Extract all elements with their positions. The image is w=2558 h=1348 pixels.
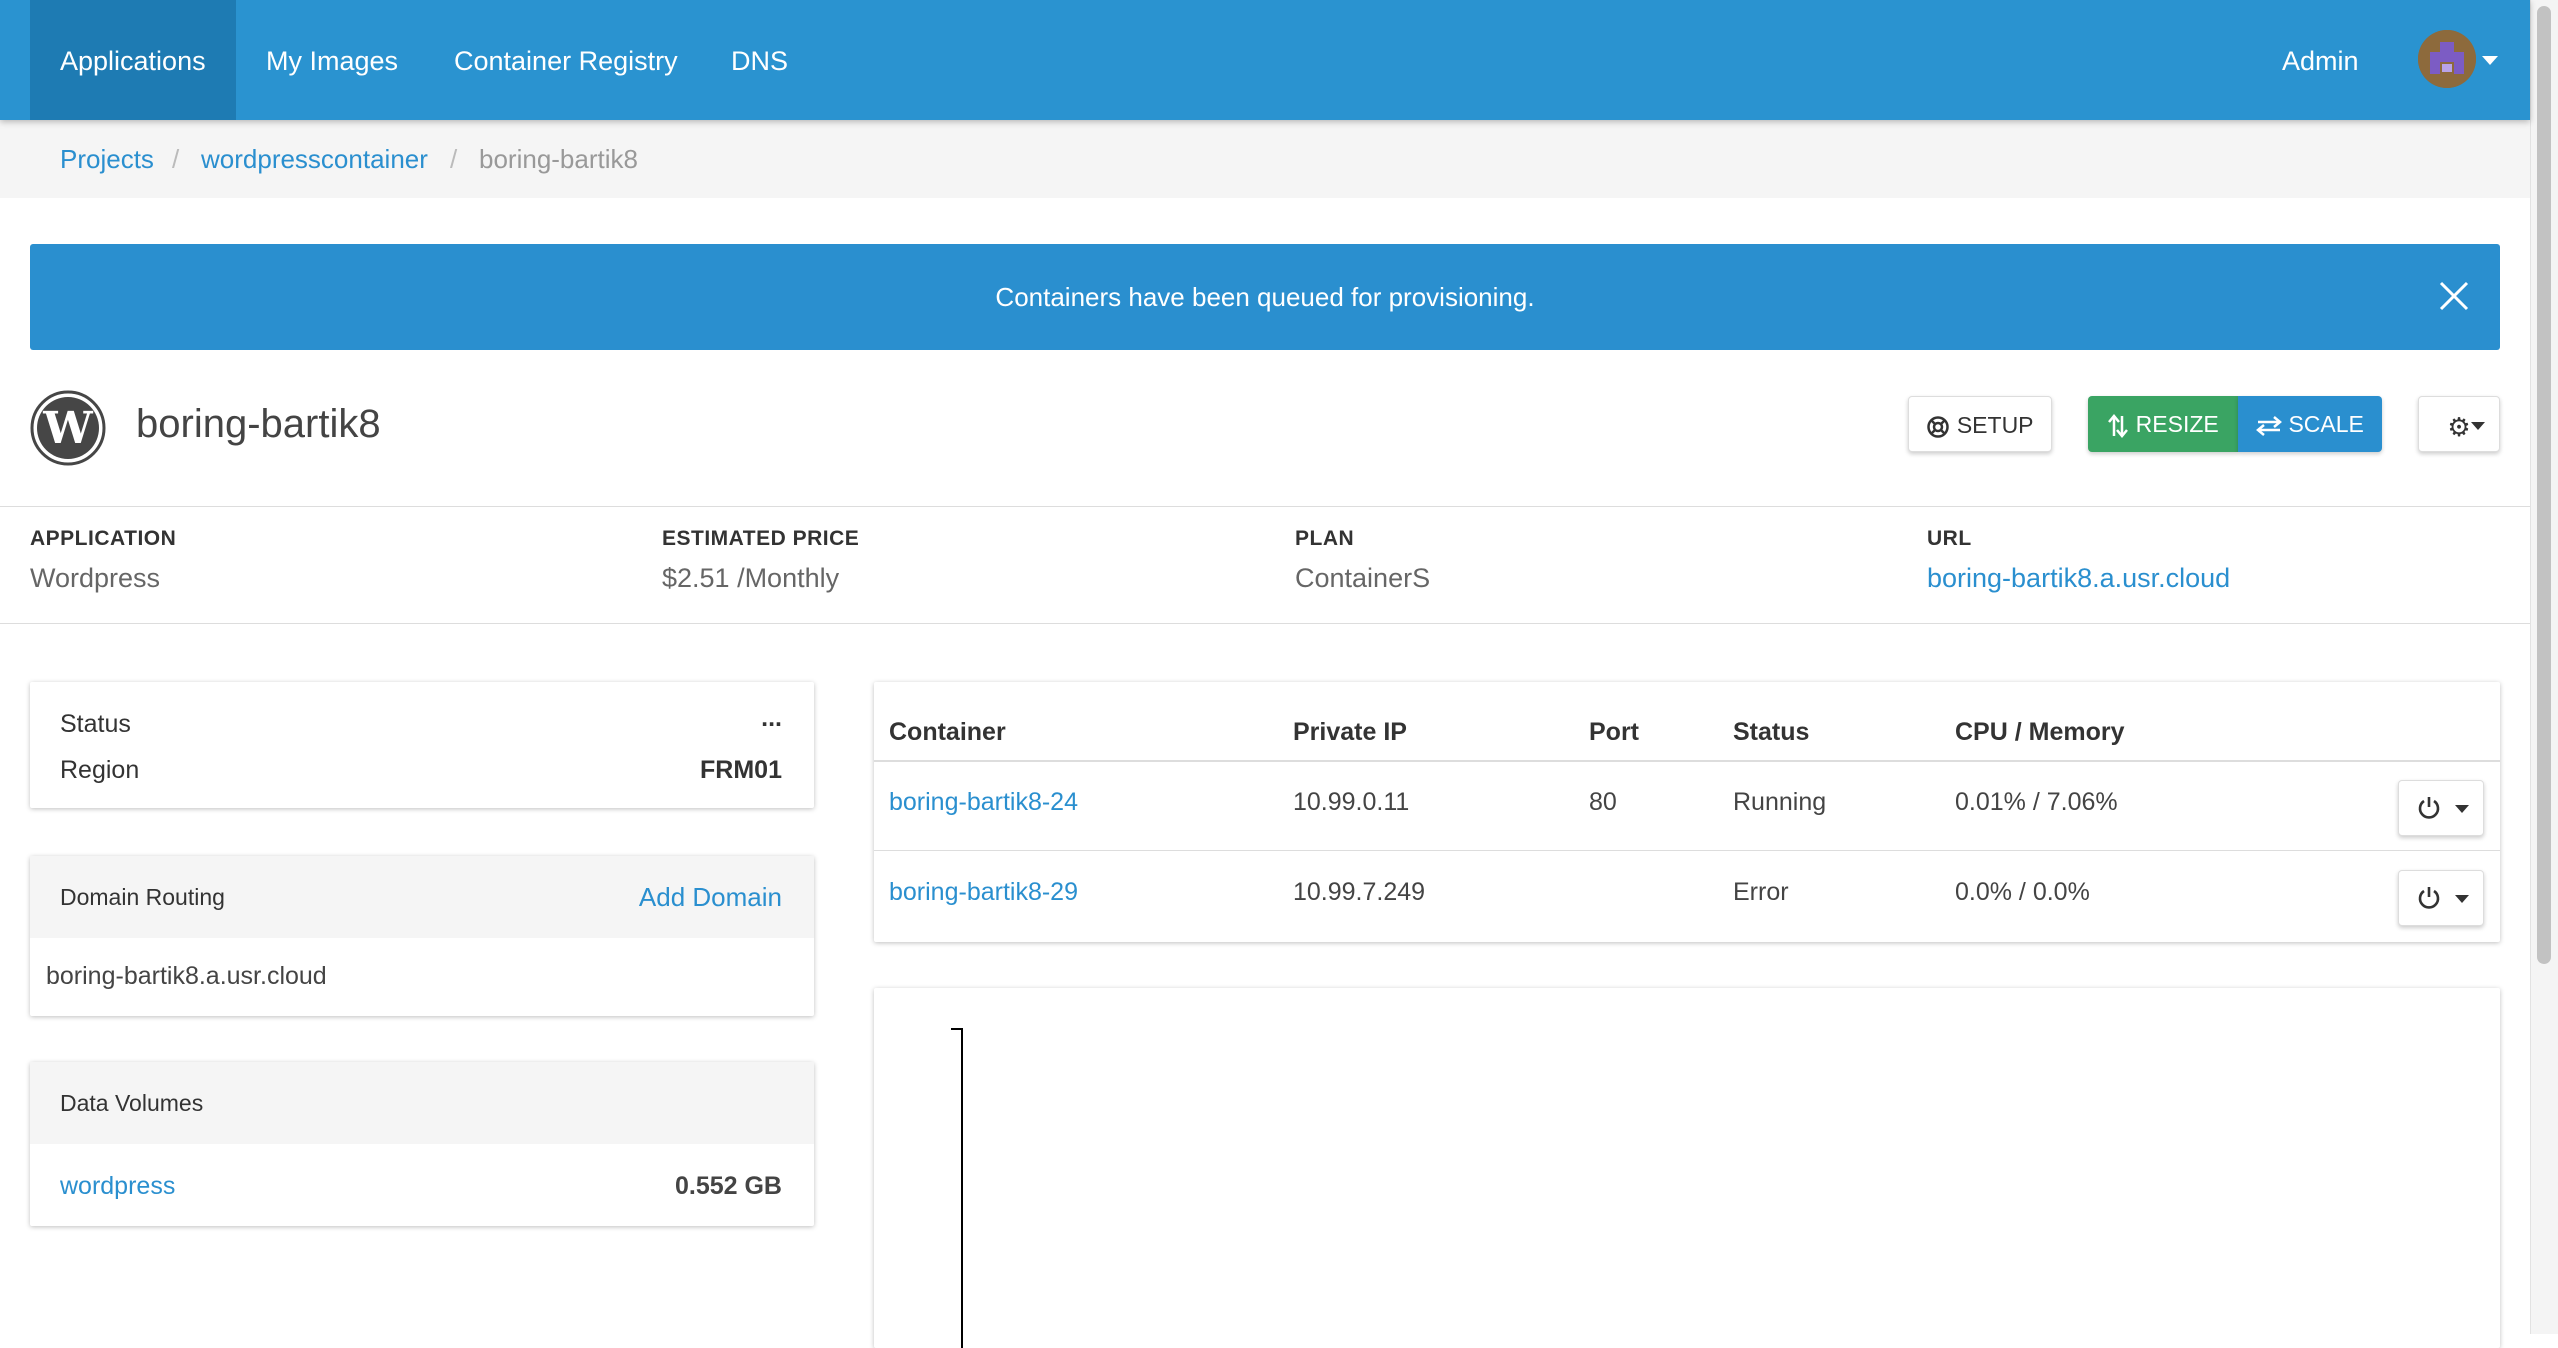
user-menu-chevron-down-icon[interactable] (2482, 56, 2498, 65)
domain-routing-title: Domain Routing (60, 884, 225, 910)
containers-table: Container Private IP Port Status CPU / M… (874, 682, 2500, 942)
resize-button[interactable]: RESIZE (2088, 396, 2238, 452)
data-volumes-title: Data Volumes (60, 1090, 204, 1116)
status-card: Status ... Region FRM01 (30, 682, 814, 808)
info-price-label: ESTIMATED PRICE (662, 527, 860, 550)
setup-button-label: SETUP (1956, 412, 2034, 438)
add-domain-link[interactable]: Add Domain (639, 856, 782, 938)
nav-applications[interactable]: Applications (30, 0, 236, 120)
data-volumes-card: Data Volumes wordpress 0.552 GB (30, 1062, 814, 1226)
setup-button[interactable]: SETUP (1908, 396, 2052, 452)
container-link[interactable]: boring-bartik8-29 (889, 878, 1078, 907)
info-price: ESTIMATED PRICE $2.51 /Monthly (662, 527, 859, 594)
top-navbar: Applications My Images Container Registr… (0, 0, 2530, 120)
resize-button-label: RESIZE (2135, 411, 2219, 437)
scale-arrows-icon (2256, 415, 2283, 436)
row-divider (874, 850, 2500, 851)
data-volumes-header: Data Volumes (30, 1062, 814, 1144)
header-divider (874, 760, 2500, 762)
breadcrumb-separator: / (450, 144, 458, 174)
power-dropdown-button[interactable] (2398, 870, 2484, 926)
settings-dropdown-button[interactable]: ⚙ (2418, 396, 2500, 452)
power-dropdown-button[interactable] (2398, 780, 2484, 836)
nav-admin[interactable]: Admin (2282, 0, 2359, 120)
avatar-pattern-icon (2418, 30, 2476, 88)
region-value: FRM01 (700, 756, 782, 784)
domain-routing-card: Domain Routing Add Domain boring-bartik8… (30, 856, 814, 1016)
container-usage: 0.01% / 7.06% (1955, 788, 2118, 816)
app-url-link[interactable]: boring-bartik8.a.usr.cloud (1927, 563, 2230, 593)
gear-icon: ⚙ (2447, 411, 2471, 442)
breadcrumb-projects[interactable]: Projects (60, 120, 154, 198)
info-application: APPLICATION Wordpress (30, 527, 176, 594)
chevron-down-icon (2471, 422, 2485, 430)
col-header-status: Status (1733, 718, 1810, 746)
info-url: URL boring-bartik8.a.usr.cloud (1927, 527, 2230, 594)
power-icon (2418, 887, 2440, 909)
user-avatar[interactable] (2418, 30, 2476, 88)
info-application-label: APPLICATION (30, 527, 177, 550)
provisioning-alert: Containers have been queued for provisio… (30, 244, 2500, 350)
volume-size: 0.552 GB (674, 1172, 782, 1200)
col-header-cpu-memory: CPU / Memory (1955, 718, 2125, 746)
chart-y-axis (951, 1028, 963, 1348)
breadcrumb-separator: / (172, 144, 180, 174)
container-usage: 0.0% / 0.0% (1955, 878, 2090, 906)
lifebuoy-icon (1927, 416, 1950, 438)
scale-button[interactable]: SCALE (2238, 396, 2382, 452)
col-header-private-ip: Private IP (1293, 718, 1407, 746)
container-ip: 10.99.7.249 (1293, 878, 1426, 906)
info-plan: PLAN ContainerS (1295, 527, 1430, 594)
nav-container-registry[interactable]: Container Registry (424, 0, 708, 120)
metrics-chart-panel (874, 988, 2500, 1348)
wordpress-logo-icon: W (30, 390, 106, 466)
info-plan-label: PLAN (1295, 527, 1355, 550)
info-application-value: Wordpress (30, 563, 161, 593)
nav-my-images[interactable]: My Images (236, 0, 428, 120)
scale-button-label: SCALE (2288, 411, 2364, 437)
chevron-down-icon (2455, 805, 2469, 813)
power-icon (2418, 797, 2440, 819)
col-header-port: Port (1589, 718, 1639, 746)
domain-routing-header: Domain Routing Add Domain (30, 856, 814, 938)
container-port: 80 (1589, 788, 1617, 816)
close-icon[interactable] (2438, 280, 2470, 312)
col-header-container: Container (889, 718, 1006, 746)
info-url-label: URL (1927, 527, 1972, 550)
info-price-value: $2.51 /Monthly (662, 563, 840, 593)
nav-dns[interactable]: DNS (701, 0, 818, 120)
info-url-wrapper: boring-bartik8.a.usr.cloud (1927, 563, 2230, 594)
alert-message: Containers have been queued for provisio… (995, 282, 1535, 312)
volume-link[interactable]: wordpress (60, 1172, 175, 1201)
container-link[interactable]: boring-bartik8-24 (889, 788, 1078, 817)
container-status: Running (1733, 788, 1827, 816)
svg-text:W: W (42, 403, 93, 454)
status-value: ... (761, 704, 782, 732)
breadcrumb: Projects / wordpresscontainer / boring-b… (0, 120, 2530, 198)
container-status: Error (1733, 878, 1789, 906)
scrollbar-thumb[interactable] (2537, 6, 2551, 964)
info-plan-value: ContainerS (1295, 563, 1431, 593)
app-info-bar: APPLICATION Wordpress ESTIMATED PRICE $2… (0, 506, 2530, 624)
app-title: boring-bartik8 (136, 402, 381, 446)
domain-entry: boring-bartik8.a.usr.cloud (46, 962, 327, 990)
chevron-down-icon (2455, 895, 2469, 903)
resize-arrows-icon (2108, 413, 2129, 438)
container-ip: 10.99.0.11 (1293, 788, 1410, 816)
breadcrumb-project[interactable]: wordpresscontainer (201, 120, 428, 198)
status-label: Status (60, 710, 131, 738)
region-label: Region (60, 756, 140, 784)
breadcrumb-current: boring-bartik8 (479, 144, 638, 174)
